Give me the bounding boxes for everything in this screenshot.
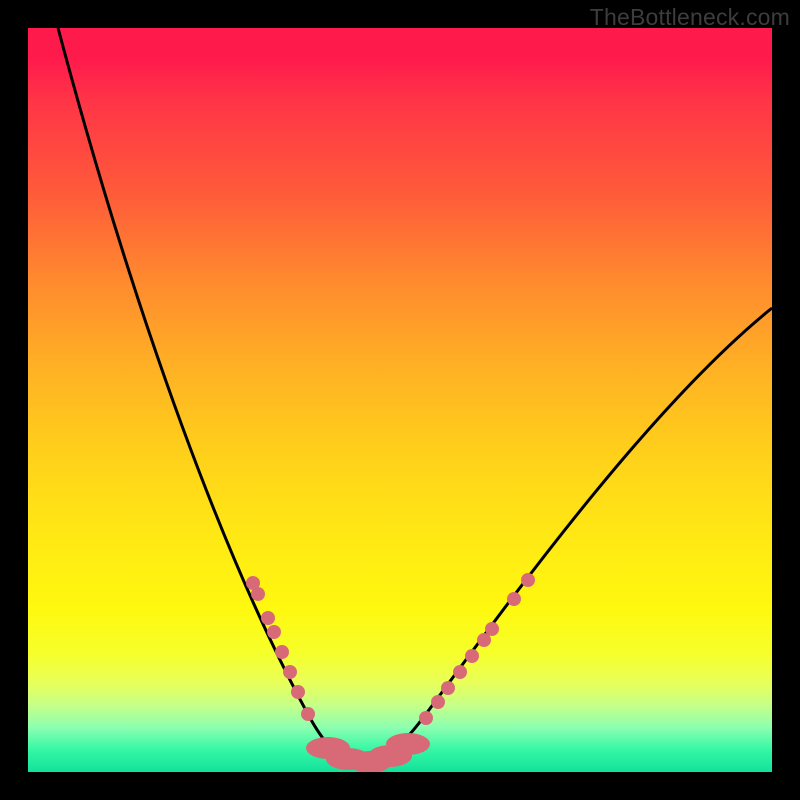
data-point [485,622,499,636]
data-point [521,573,535,587]
data-point [301,707,315,721]
chart-frame: TheBottleneck.com [0,0,800,800]
bottleneck-curve [58,28,772,763]
plot-area [28,28,772,772]
data-point [507,592,521,606]
watermark-text: TheBottleneck.com [590,4,790,31]
data-point [251,587,265,601]
data-point [441,681,455,695]
data-point [386,733,430,755]
chart-svg [28,28,772,772]
data-point [283,665,297,679]
data-point [261,611,275,625]
data-point [431,695,445,709]
data-point [419,711,433,725]
data-point [291,685,305,699]
data-point [267,625,281,639]
data-point [275,645,289,659]
data-point [465,649,479,663]
data-markers [246,573,535,772]
data-point [453,665,467,679]
